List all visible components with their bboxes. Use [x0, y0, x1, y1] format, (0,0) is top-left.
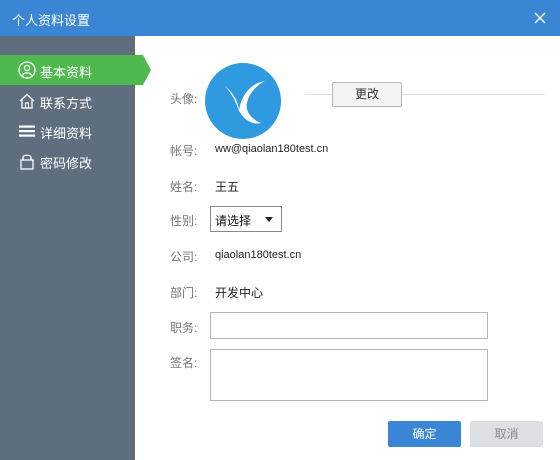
company-value: qiaolan180test.cn — [215, 249, 302, 261]
list-icon — [18, 122, 36, 140]
sidebar-item-password[interactable]: 密码修改 — [0, 146, 135, 176]
sidebar: 基本资料 联系方式 详细资料 密码修改 — [0, 36, 151, 460]
sidebar-item-label: 联系方式 — [40, 96, 93, 111]
close-button[interactable] — [530, 8, 550, 28]
sidebar-item-contact[interactable]: 联系方式 — [0, 86, 135, 116]
ok-button[interactable]: 确定 — [388, 421, 461, 447]
account-label: 帐号: — [170, 144, 198, 158]
name-label: 姓名: — [170, 180, 198, 194]
cancel-button[interactable]: 取消 — [470, 421, 543, 447]
sidebar-item-details[interactable]: 详细资料 — [0, 116, 135, 146]
department-label: 部门: — [170, 286, 198, 300]
gender-label: 性别: — [170, 214, 198, 228]
content-panel: 头像: 更改 帐号: ww@qiaolan180test.cn 姓名: 王五 性… — [135, 36, 560, 460]
sidebar-item-label: 详细资料 — [40, 126, 93, 141]
signature-label: 签名: — [170, 356, 198, 370]
sidebar-item-basic-info[interactable]: 基本资料 — [0, 55, 151, 85]
user-circle-icon — [18, 61, 36, 79]
name-value: 王五 — [215, 180, 240, 194]
avatar-label: 头像: — [170, 92, 198, 106]
department-value: 开发中心 — [215, 286, 264, 300]
gender-select[interactable]: 请选择 — [210, 206, 282, 232]
title-bar: 个人资料设置 — [0, 0, 560, 36]
company-label: 公司: — [170, 250, 198, 264]
window-title: 个人资料设置 — [12, 13, 91, 28]
home-icon — [18, 92, 36, 110]
job-title-label: 职务: — [170, 321, 198, 335]
gender-select-value: 请选择 — [215, 214, 252, 228]
signature-textarea[interactable] — [210, 349, 488, 401]
sidebar-item-label: 基本资料 — [40, 65, 93, 80]
app-logo-icon — [223, 81, 265, 124]
change-avatar-button[interactable]: 更改 — [332, 82, 402, 107]
sidebar-item-label: 密码修改 — [40, 156, 93, 171]
lock-icon — [18, 152, 36, 170]
account-value: ww@qiaolan180test.cn — [215, 143, 329, 155]
chevron-down-icon — [265, 217, 273, 222]
avatar — [205, 63, 281, 139]
job-title-input[interactable] — [210, 312, 488, 339]
close-icon — [534, 12, 546, 24]
